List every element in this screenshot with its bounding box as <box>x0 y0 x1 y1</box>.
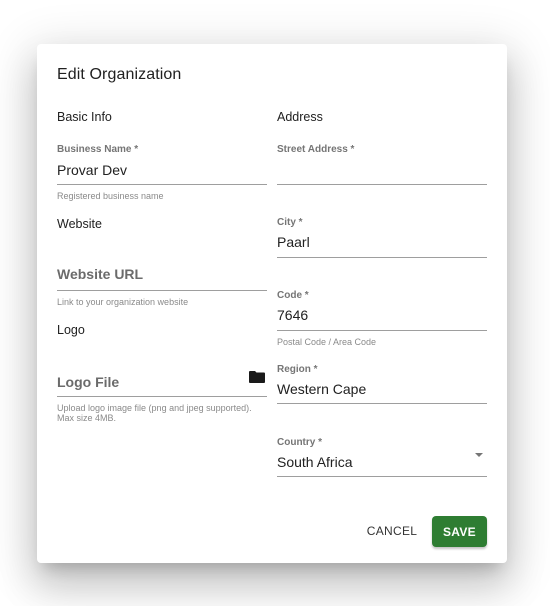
city-input[interactable]: Paarl <box>277 234 310 250</box>
website-url-field[interactable]: Website URL Link to your organization we… <box>57 266 267 311</box>
business-name-field[interactable]: Business Name * Provar Dev Registered bu… <box>57 144 267 204</box>
business-name-input[interactable]: Provar Dev <box>57 162 127 178</box>
logo-file-input[interactable]: Logo File <box>57 374 119 390</box>
business-name-underline <box>57 184 267 185</box>
folder-icon[interactable] <box>249 371 265 383</box>
website-heading: Website <box>57 217 102 231</box>
city-underline <box>277 257 487 258</box>
website-url-underline <box>57 290 267 291</box>
website-url-hint: Link to your organization website <box>57 297 189 307</box>
logo-heading: Logo <box>57 323 85 337</box>
country-select[interactable]: Country * South Africa <box>277 437 487 479</box>
region-underline <box>277 403 487 404</box>
city-field[interactable]: City * Paarl <box>277 217 487 259</box>
edit-organization-dialog: Edit Organization Basic Info Business Na… <box>37 44 507 563</box>
code-label: Code * <box>277 290 309 301</box>
country-label: Country * <box>277 437 322 448</box>
code-input[interactable]: 7646 <box>277 307 308 323</box>
country-value[interactable]: South Africa <box>277 454 353 470</box>
code-field[interactable]: Code * 7646 Postal Code / Area Code <box>277 290 487 350</box>
address-heading: Address <box>277 110 323 124</box>
basic-info-heading: Basic Info <box>57 110 112 124</box>
region-field[interactable]: Region * Western Cape <box>277 364 487 406</box>
business-name-hint: Registered business name <box>57 191 164 201</box>
logo-file-field[interactable]: Logo File Upload logo image file (png an… <box>57 371 267 430</box>
country-underline <box>277 476 487 477</box>
dropdown-arrow-icon[interactable] <box>475 453 483 457</box>
region-label: Region * <box>277 364 318 375</box>
website-url-input[interactable]: Website URL <box>57 266 143 282</box>
logo-file-hint: Upload logo image file (png and jpeg sup… <box>57 403 252 423</box>
street-address-label: Street Address * <box>277 144 355 155</box>
street-address-field[interactable]: Street Address * <box>277 144 487 186</box>
save-button[interactable]: SAVE <box>432 516 487 547</box>
logo-file-underline <box>57 396 267 397</box>
street-address-underline <box>277 184 487 185</box>
region-input[interactable]: Western Cape <box>277 381 366 397</box>
dialog-title: Edit Organization <box>57 66 182 83</box>
business-name-label: Business Name * <box>57 144 139 155</box>
city-label: City * <box>277 217 303 228</box>
code-underline <box>277 330 487 331</box>
cancel-button[interactable]: CANCEL <box>357 516 427 546</box>
code-hint: Postal Code / Area Code <box>277 337 377 347</box>
